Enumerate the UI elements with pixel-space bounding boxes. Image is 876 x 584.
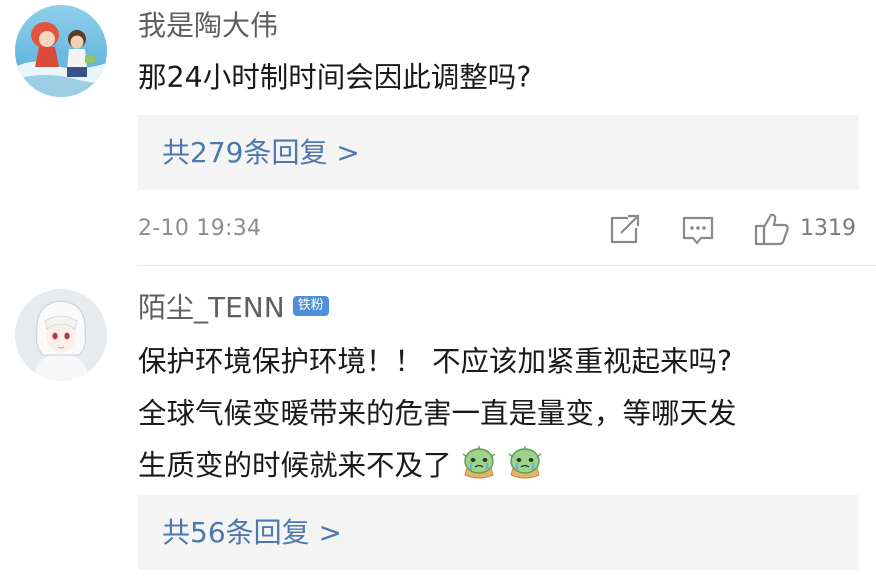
comment-timestamp: 2-10 19:34 xyxy=(138,216,262,241)
share-button[interactable] xyxy=(608,212,642,246)
replies-count-label: 共56条回复 > xyxy=(162,516,342,549)
username[interactable]: 陌尘_TENN 铁粉 xyxy=(138,290,329,326)
comment-icon xyxy=(682,216,714,245)
username[interactable]: 我是陶大伟 xyxy=(138,8,278,44)
thumbs-up-icon xyxy=(754,213,789,246)
user-avatar[interactable] xyxy=(15,289,107,381)
like-button[interactable]: 1319 xyxy=(754,212,859,246)
crying-cactus-emoji-icon xyxy=(460,445,498,481)
comment-meta-bar: 2-10 19:34 1319 xyxy=(138,210,859,248)
anime-character-avatar-icon xyxy=(15,5,107,97)
reply-button[interactable] xyxy=(681,212,715,246)
like-count: 1319 xyxy=(800,216,856,241)
comment-line: 那24小时制时间会因此调整吗? xyxy=(138,61,532,94)
username-text: 陌尘_TENN xyxy=(138,291,285,324)
fan-badge: 铁粉 xyxy=(292,296,329,316)
share-icon xyxy=(610,214,642,244)
white-haired-character-avatar-icon xyxy=(15,289,107,381)
crying-cactus-emoji-icon xyxy=(506,445,544,481)
view-replies-button[interactable]: 共279条回复 > xyxy=(138,115,859,190)
replies-count-label: 共279条回复 > xyxy=(162,136,360,169)
comment-line: 全球气候变暖带来的危害一直是量变，等哪天发 xyxy=(138,397,737,430)
comment-text: 那24小时制时间会因此调整吗? xyxy=(138,52,531,104)
user-avatar[interactable] xyxy=(15,5,107,97)
comment-line-text: 生质变的时候就来不及了 xyxy=(138,449,452,482)
comment-item: 我是陶大伟 那24小时制时间会因此调整吗? 共279条回复 > 2-10 19:… xyxy=(0,0,876,266)
comment-item: 陌尘_TENN 铁粉 保护环境保护环境！！ 不应该加紧重视起来吗? 全球气候变暖带… xyxy=(0,266,876,584)
view-replies-button[interactable]: 共56条回复 > xyxy=(138,495,859,570)
comment-line: 生质变的时候就来不及了 xyxy=(138,440,737,492)
comment-line: 保护环境保护环境！！ 不应该加紧重视起来吗? xyxy=(138,345,733,378)
comment-text: 保护环境保护环境！！ 不应该加紧重视起来吗? 全球气候变暖带来的危害一直是量变，… xyxy=(138,336,737,492)
